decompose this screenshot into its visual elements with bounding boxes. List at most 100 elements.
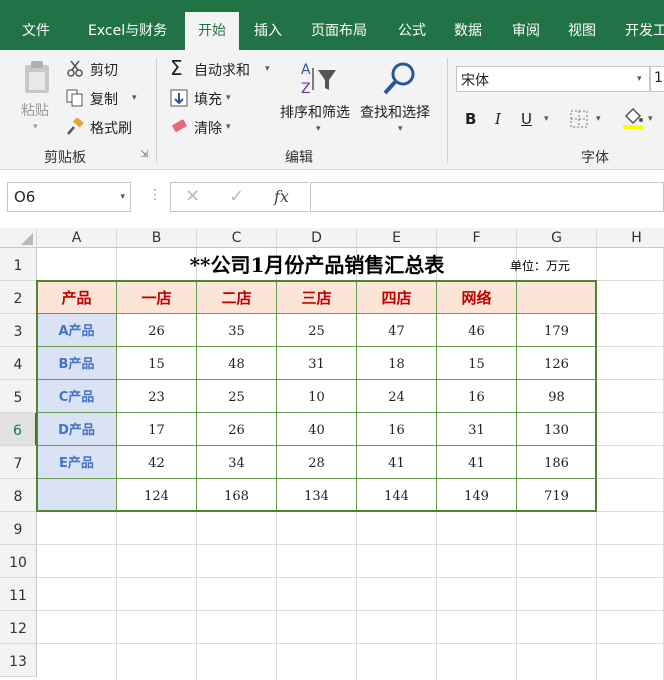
insert-function-button[interactable]: fx — [274, 182, 289, 212]
font-size-select[interactable]: 1 — [650, 66, 664, 92]
row-header-3[interactable]: 3 — [0, 314, 37, 347]
row-header-6[interactable]: 6 — [0, 413, 37, 446]
data-cell[interactable]: 31 — [277, 347, 356, 379]
data-cell[interactable]: 34 — [197, 446, 276, 478]
data-cell[interactable]: 168 — [197, 479, 276, 511]
data-cell[interactable]: 126 — [517, 347, 596, 379]
tab-excel-finance[interactable]: Excel与财务 — [88, 12, 167, 50]
sheet-title[interactable]: **公司1月份产品销售汇总表 — [117, 249, 517, 281]
fill-button[interactable]: 填充 ▾ — [170, 87, 250, 111]
product-cell[interactable]: B产品 — [37, 347, 116, 379]
product-cell[interactable]: A产品 — [37, 314, 116, 346]
header-cell[interactable]: 产品 — [37, 281, 116, 313]
paste-button[interactable]: 粘贴 ▾ — [14, 58, 60, 138]
data-cell[interactable]: 179 — [517, 314, 596, 346]
data-cell[interactable]: 28 — [277, 446, 356, 478]
tab-formulas[interactable]: 公式 — [398, 12, 426, 50]
fill-color-icon[interactable] — [622, 106, 644, 130]
row-header-4[interactable]: 4 — [0, 347, 37, 380]
data-cell[interactable]: 26 — [117, 314, 196, 346]
data-cell[interactable]: 24 — [357, 380, 436, 412]
row-header-10[interactable]: 10 — [0, 545, 37, 578]
data-cell[interactable]: 144 — [357, 479, 436, 511]
product-cell[interactable]: C产品 — [37, 380, 116, 412]
header-cell[interactable] — [517, 281, 596, 313]
data-cell[interactable]: 41 — [437, 446, 516, 478]
bold-button[interactable]: B — [465, 110, 476, 128]
data-cell[interactable]: 98 — [517, 380, 596, 412]
data-cell[interactable]: 17 — [117, 413, 196, 445]
product-cell[interactable]: D产品 — [37, 413, 116, 445]
row-header-11[interactable]: 11 — [0, 578, 37, 611]
data-cell[interactable]: 16 — [437, 380, 516, 412]
row-header-2[interactable]: 2 — [0, 281, 37, 314]
data-cell[interactable]: 186 — [517, 446, 596, 478]
data-cell[interactable]: 23 — [117, 380, 196, 412]
italic-button[interactable]: I — [495, 110, 501, 128]
product-cell[interactable]: E产品 — [37, 446, 116, 478]
data-cell[interactable]: 47 — [357, 314, 436, 346]
data-cell[interactable]: 26 — [197, 413, 276, 445]
row-header-5[interactable]: 5 — [0, 380, 37, 413]
cancel-button[interactable]: ✕ — [185, 182, 200, 212]
sort-filter-button[interactable]: A Z 排序和筛选 ▾ — [280, 58, 358, 140]
cut-button[interactable]: 剪切 — [66, 58, 146, 82]
row-header-7[interactable]: 7 — [0, 446, 37, 479]
enter-button[interactable]: ✓ — [229, 182, 244, 212]
column-header-h[interactable]: H — [597, 228, 664, 248]
data-cell[interactable]: 15 — [437, 347, 516, 379]
underline-dropdown-icon[interactable]: ▾ — [544, 114, 549, 124]
column-header-a[interactable]: A — [37, 228, 117, 248]
borders-icon[interactable] — [570, 110, 588, 128]
data-cell[interactable]: 48 — [197, 347, 276, 379]
header-cell[interactable]: 三店 — [277, 281, 356, 313]
header-cell[interactable]: 网络 — [437, 281, 516, 313]
format-painter-button[interactable]: 格式刷 — [66, 116, 146, 140]
tab-file[interactable]: 文件 — [22, 12, 50, 50]
data-cell[interactable]: 42 — [117, 446, 196, 478]
column-header-d[interactable]: D — [277, 228, 357, 248]
tab-review[interactable]: 审阅 — [512, 12, 540, 50]
row-header-8[interactable]: 8 — [0, 479, 37, 512]
tab-page-layout[interactable]: 页面布局 — [311, 12, 367, 50]
column-header-b[interactable]: B — [117, 228, 197, 248]
tab-insert[interactable]: 插入 — [254, 12, 282, 50]
row-header-9[interactable]: 9 — [0, 512, 37, 545]
data-cell[interactable]: 130 — [517, 413, 596, 445]
tab-developer[interactable]: 开发工 — [625, 12, 664, 50]
fill-color-dropdown-icon[interactable]: ▾ — [648, 114, 653, 124]
column-header-f[interactable]: F — [437, 228, 517, 248]
column-header-c[interactable]: C — [197, 228, 277, 248]
tab-home[interactable]: 开始 — [185, 12, 239, 50]
data-cell[interactable]: 719 — [517, 479, 596, 511]
data-cell[interactable]: 124 — [117, 479, 196, 511]
product-cell[interactable] — [37, 479, 116, 511]
header-cell[interactable]: 一店 — [117, 281, 196, 313]
data-cell[interactable]: 15 — [117, 347, 196, 379]
tab-view[interactable]: 视图 — [568, 12, 596, 50]
row-header-13[interactable]: 13 — [0, 644, 37, 677]
data-cell[interactable]: 25 — [277, 314, 356, 346]
row-header-12[interactable]: 12 — [0, 611, 37, 644]
borders-dropdown-icon[interactable]: ▾ — [596, 114, 601, 124]
header-cell[interactable]: 二店 — [197, 281, 276, 313]
data-cell[interactable]: 18 — [357, 347, 436, 379]
column-header-g[interactable]: G — [517, 228, 597, 248]
data-cell[interactable]: 31 — [437, 413, 516, 445]
header-cell[interactable]: 四店 — [357, 281, 436, 313]
clear-button[interactable]: 清除 ▾ — [170, 116, 250, 140]
column-header-e[interactable]: E — [357, 228, 437, 248]
autosum-button[interactable]: Σ 自动求和 ▾ — [170, 56, 280, 82]
row-header-1[interactable]: 1 — [0, 248, 37, 281]
data-cell[interactable]: 16 — [357, 413, 436, 445]
data-cell[interactable]: 149 — [437, 479, 516, 511]
data-cell[interactable]: 35 — [197, 314, 276, 346]
formula-input[interactable] — [310, 182, 664, 212]
data-cell[interactable]: 40 — [277, 413, 356, 445]
unit-label[interactable]: 单位：万元 — [510, 249, 570, 281]
data-cell[interactable]: 41 — [357, 446, 436, 478]
underline-button[interactable]: U — [521, 110, 532, 128]
select-all-corner[interactable] — [0, 228, 37, 248]
dialog-launcher-icon[interactable]: ⇲ — [140, 149, 148, 160]
copy-button[interactable]: 复制 ▾ — [66, 87, 146, 111]
